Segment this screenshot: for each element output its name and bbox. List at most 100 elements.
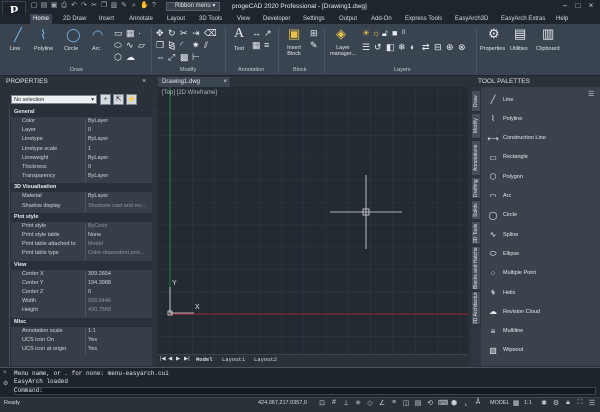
undo-icon[interactable]: ↶	[70, 2, 78, 10]
ucs-toggle-icon[interactable]: ⌞	[462, 399, 470, 407]
property-value[interactable]: Color-dependent prin...	[88, 250, 151, 256]
palette-item[interactable]: ⟷ Construction Line	[486, 134, 546, 146]
palette-item[interactable]: ≡ Multiline	[486, 327, 524, 339]
model-space-button[interactable]: MODEL	[490, 400, 510, 406]
arc-button[interactable]: Arc	[92, 46, 100, 52]
tab-view[interactable]: View	[234, 14, 253, 24]
properties-icon[interactable]: ⚙	[488, 27, 500, 40]
property-value[interactable]: None	[88, 232, 151, 238]
break-icon[interactable]: ⊢	[192, 52, 200, 62]
property-value[interactable]: 194.3988	[88, 280, 151, 286]
palette-item[interactable]: ╱ Line	[486, 95, 514, 107]
move-icon[interactable]: ✥	[156, 28, 164, 38]
spline-icon[interactable]: ∿	[126, 40, 134, 50]
layer-off-icon[interactable]: ◐	[410, 42, 415, 52]
property-value[interactable]: 928.6446	[88, 298, 151, 304]
cloud-icon[interactable]: ☁	[126, 52, 135, 62]
property-value[interactable]: ByColor	[88, 223, 151, 229]
palette-item[interactable]: ▭ Rectangle	[486, 153, 528, 165]
property-value[interactable]: Yes	[88, 337, 151, 343]
line-button[interactable]: Line	[10, 46, 20, 52]
annotative-icon[interactable]: Å	[474, 399, 482, 406]
array-icon[interactable]: ▩	[180, 52, 189, 62]
viewport-label[interactable]: [Top] [2D Wireframe]	[162, 90, 217, 96]
palette-tab-solids[interactable]: Solids	[471, 200, 481, 220]
selection-dropdown[interactable]: No selection ▾	[11, 95, 97, 104]
match-icon[interactable]: ✎	[120, 2, 128, 10]
layer-match-icon[interactable]: ⇄	[422, 42, 430, 52]
viewport-icon[interactable]: ▦	[512, 399, 520, 407]
insert-block-button[interactable]: Insert Block	[283, 45, 305, 57]
property-section-header[interactable]: General	[11, 108, 152, 117]
property-value[interactable]: ByLayer	[88, 118, 151, 124]
property-value[interactable]: 1	[88, 146, 151, 152]
clipboard-icon[interactable]: ▥	[542, 27, 554, 40]
layer-isolate-icon[interactable]: ◧	[386, 42, 395, 52]
tab-layout1[interactable]: Layout1	[222, 356, 245, 363]
pan-icon[interactable]: ✋	[140, 2, 149, 10]
palette-item[interactable]: ∿ Spline	[486, 230, 519, 242]
sun-icon[interactable]: ☼	[372, 28, 380, 38]
quick-select-button[interactable]: ⚡	[126, 94, 137, 105]
tab-model[interactable]: Model	[196, 356, 213, 363]
layer-freeze-icon[interactable]: ❄	[398, 42, 406, 52]
copy-object-icon[interactable]: ❐	[156, 40, 164, 50]
polyline-button[interactable]: Polyline	[34, 46, 53, 52]
print-icon[interactable]: ⎙	[60, 2, 68, 10]
new-icon[interactable]: ▢	[30, 2, 38, 10]
first-layout-icon[interactable]: |◀	[160, 356, 166, 362]
toggle-pickadd-button[interactable]: +	[100, 94, 111, 105]
text-icon[interactable]: A	[234, 27, 244, 41]
lightbulb-icon[interactable]: ☀	[362, 28, 370, 38]
layer-manager-button[interactable]: Layer manager...	[328, 45, 358, 57]
line-icon[interactable]: ╱	[14, 28, 22, 41]
property-value[interactable]: Yes	[88, 346, 151, 352]
close-icon[interactable]: ×	[223, 77, 227, 87]
selection-cycle-icon[interactable]: ⟲	[426, 399, 434, 407]
ellipse-icon[interactable]: ⬭	[114, 40, 122, 50]
tab-express-tools[interactable]: Express Tools	[402, 14, 445, 24]
palette-item[interactable]: ⌇ Polyline	[486, 114, 522, 126]
select-objects-button[interactable]: ⇱	[113, 94, 124, 105]
annotation-visibility-icon[interactable]: ✱	[540, 399, 548, 407]
drawing-canvas[interactable]	[158, 87, 468, 354]
close-icon[interactable]: ×	[142, 78, 146, 85]
tab-developer[interactable]: Developer	[260, 14, 293, 24]
redo-icon[interactable]: ↷	[80, 2, 88, 10]
lineweight-icon[interactable]: ≡	[390, 399, 398, 406]
tab-3d-tools[interactable]: 3D Tools	[196, 14, 225, 24]
property-value[interactable]: 0	[88, 289, 151, 295]
palette-item[interactable]: ☁ Revision Cloud	[486, 307, 540, 319]
prev-layout-icon[interactable]: ◀	[168, 356, 172, 362]
palette-item[interactable]: 🌀︎ Helix	[486, 288, 515, 300]
palette-item[interactable]: ⁘ Multiple Point	[486, 269, 536, 281]
customize-icon[interactable]: ☰	[588, 399, 596, 407]
layer-delete-icon[interactable]: ⊗	[458, 42, 466, 52]
stretch-icon[interactable]: ⇔	[156, 52, 165, 62]
property-value[interactable]: ByLayer	[88, 136, 151, 142]
dimension-icon[interactable]: ↔	[252, 28, 261, 38]
palette-item[interactable]: ⬭ Ellipse	[486, 249, 520, 261]
polygon-icon[interactable]: ⬡	[114, 52, 122, 62]
table-icon[interactable]: ▦	[252, 40, 261, 50]
cut-icon[interactable]: ✂	[90, 2, 98, 10]
property-section-header[interactable]: Misc	[11, 317, 152, 327]
help-icon[interactable]: ?	[150, 2, 158, 10]
lock-icon[interactable]: 🔒︎	[564, 399, 572, 407]
circle-icon[interactable]: ◯	[66, 28, 81, 41]
properties-button[interactable]: Properties	[480, 46, 505, 52]
transparency-icon[interactable]: ◫	[402, 399, 410, 407]
palette-tab-modify[interactable]: Modify	[471, 113, 481, 139]
palette-tab-3d-tools[interactable]: 3D Tools	[471, 221, 481, 245]
drawing-tab[interactable]: Drawing1.dwg ×	[158, 77, 230, 87]
palette-item[interactable]: ▧ Wipeout	[486, 346, 523, 358]
save-icon[interactable]: ▣	[50, 2, 58, 10]
polyline-icon[interactable]: ⌇	[40, 28, 46, 41]
last-layout-icon[interactable]: ▶|	[184, 356, 190, 362]
property-section-header[interactable]: View	[11, 260, 152, 270]
utilities-button[interactable]: Utilities	[510, 46, 528, 52]
layer-merge-icon[interactable]: ⊕	[446, 42, 454, 52]
annotation-scale[interactable]: 1:1	[524, 400, 532, 406]
palette-tab-drafting[interactable]: Drafting	[471, 177, 481, 199]
property-value[interactable]: Model	[88, 241, 151, 247]
